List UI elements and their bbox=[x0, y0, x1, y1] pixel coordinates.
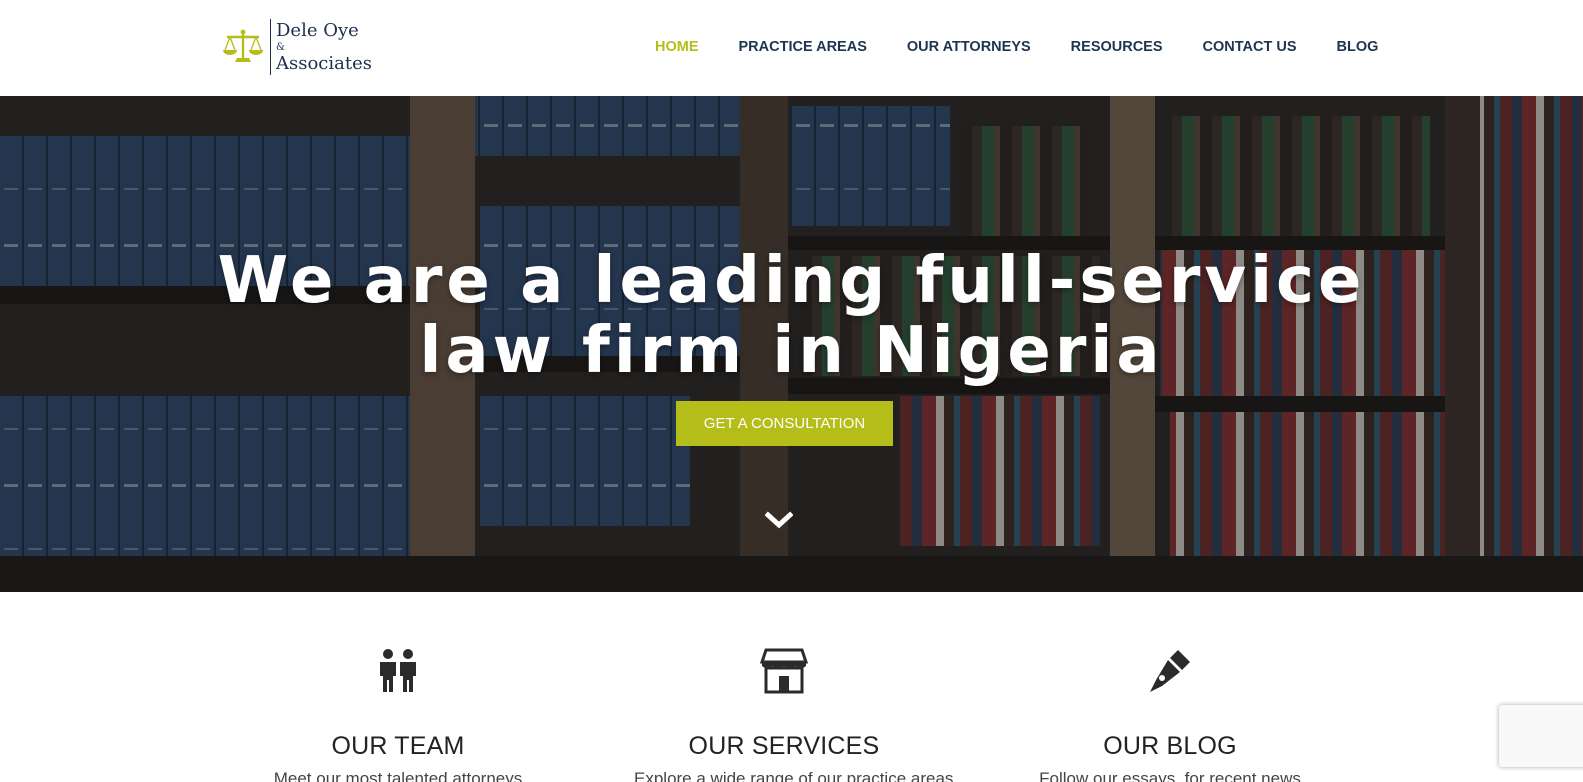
nav-item-contact-us[interactable]: CONTACT US bbox=[1203, 38, 1297, 56]
feature-description: Explore a wide range of our practice are… bbox=[634, 769, 954, 782]
feature-title: OUR SERVICES bbox=[688, 732, 880, 760]
chevron-down-icon[interactable] bbox=[765, 510, 793, 532]
scales-of-justice-icon bbox=[223, 29, 263, 62]
logo-line-1: Dele Oye bbox=[276, 19, 359, 41]
feature-our-team[interactable]: OUR TEAM Meet our most talented attorney… bbox=[248, 646, 548, 782]
logo-line-3: Associates bbox=[276, 52, 373, 74]
hero-headline-line-2: law firm in Nigeria bbox=[419, 314, 1164, 388]
feature-title: OUR TEAM bbox=[331, 732, 465, 760]
site-logo[interactable]: Dele Oye & Associates bbox=[222, 18, 372, 76]
logo-ampersand: & bbox=[276, 41, 285, 53]
nav-item-resources[interactable]: RESOURCES bbox=[1071, 38, 1163, 56]
site-header: Dele Oye & Associates HOME PRACTICE AREA… bbox=[0, 0, 1583, 96]
hero-section: We are a leading full-service law firm i… bbox=[0, 96, 1583, 592]
nav-item-practice-areas[interactable]: PRACTICE AREAS bbox=[739, 38, 867, 56]
nav-item-our-attorneys[interactable]: OUR ATTORNEYS bbox=[907, 38, 1031, 56]
people-icon bbox=[380, 649, 416, 692]
feature-description: Meet our most talented attorneys bbox=[273, 769, 523, 782]
storefront-icon bbox=[760, 648, 808, 694]
hero-headline: We are a leading full-service law firm i… bbox=[0, 246, 1583, 386]
feature-title: OUR BLOG bbox=[1103, 732, 1237, 760]
logo-wordmark: Dele Oye & Associates bbox=[276, 19, 373, 74]
main-nav: HOME PRACTICE AREAS OUR ATTORNEYS RESOUR… bbox=[655, 38, 1378, 56]
recaptcha-badge[interactable] bbox=[1499, 705, 1583, 767]
nav-item-home[interactable]: HOME bbox=[655, 38, 699, 56]
page: Dele Oye & Associates HOME PRACTICE AREA… bbox=[0, 0, 1583, 782]
logo-divider bbox=[270, 19, 271, 75]
nav-item-blog[interactable]: BLOG bbox=[1337, 38, 1379, 56]
hero-headline-line-1: We are a leading full-service bbox=[217, 244, 1366, 318]
feature-our-services[interactable]: OUR SERVICES Explore a wide range of our… bbox=[634, 646, 954, 782]
pen-icon bbox=[1150, 650, 1190, 692]
feature-description: Follow our essays, for recent news bbox=[1039, 769, 1301, 782]
get-consultation-button[interactable]: GET A CONSULTATION bbox=[676, 401, 893, 446]
feature-our-blog[interactable]: OUR BLOG Follow our essays, for recent n… bbox=[1020, 646, 1320, 782]
